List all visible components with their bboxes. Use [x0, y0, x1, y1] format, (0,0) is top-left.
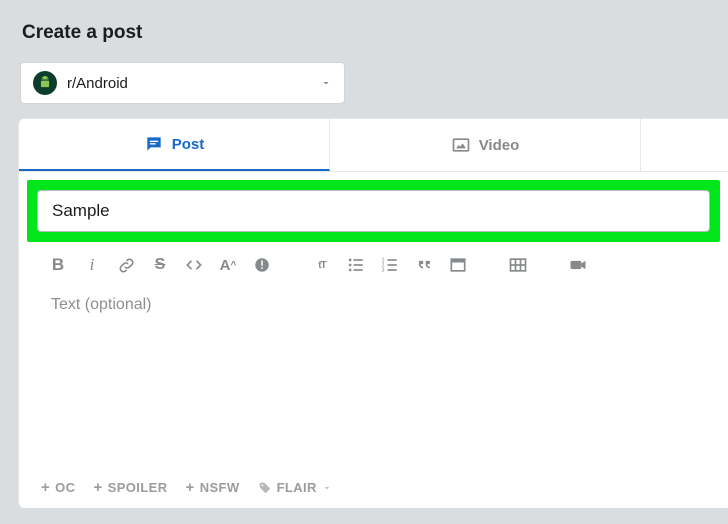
nsfw-label: NSFW — [200, 480, 240, 495]
tab-video-label: Video — [479, 137, 520, 154]
flair-label: FLAIR — [277, 480, 317, 495]
page-title: Create a post — [0, 0, 728, 62]
chevron-down-icon — [320, 77, 332, 89]
plus-icon: + — [41, 479, 50, 496]
spoiler-tag-button[interactable]: + SPOILER — [93, 479, 167, 496]
community-avatar — [33, 71, 57, 95]
tab-post[interactable]: Post — [19, 119, 330, 171]
plus-icon: + — [93, 479, 102, 496]
editor-toolbar: B i S A^ tT 123 — [19, 242, 728, 282]
table-button[interactable] — [507, 254, 529, 276]
community-selector[interactable]: r/Android — [20, 62, 345, 104]
title-highlight — [27, 180, 720, 242]
oc-label: OC — [55, 480, 75, 495]
post-card: Post Video B i S A^ — [18, 118, 728, 508]
codeblock-button[interactable] — [447, 254, 469, 276]
post-icon — [144, 134, 164, 154]
spoiler-format-button[interactable] — [251, 254, 273, 276]
link-button[interactable] — [115, 254, 137, 276]
oc-tag-button[interactable]: + OC — [41, 479, 75, 496]
android-icon — [38, 76, 52, 90]
community-name: r/Android — [67, 75, 320, 92]
post-title-input[interactable] — [37, 190, 710, 232]
tag-icon — [258, 481, 272, 495]
strikethrough-button[interactable]: S — [149, 254, 171, 276]
flair-button[interactable]: FLAIR — [258, 480, 332, 495]
video-insert-button[interactable] — [567, 254, 589, 276]
svg-text:3: 3 — [382, 268, 385, 274]
tag-row: + OC + SPOILER + NSFW FLAIR — [41, 479, 332, 496]
number-list-button[interactable]: 123 — [379, 254, 401, 276]
quote-button[interactable] — [413, 254, 435, 276]
heading-button[interactable]: tT — [311, 254, 333, 276]
italic-button[interactable]: i — [81, 254, 103, 276]
chevron-down-icon — [322, 483, 332, 493]
tab-video[interactable]: Video — [330, 119, 641, 171]
plus-icon: + — [186, 479, 195, 496]
code-button[interactable] — [183, 254, 205, 276]
video-image-icon — [451, 135, 471, 155]
bullet-list-button[interactable] — [345, 254, 367, 276]
post-type-tabs: Post Video — [19, 119, 728, 172]
spoiler-label: SPOILER — [108, 480, 168, 495]
post-body-input[interactable]: Text (optional) — [19, 282, 728, 392]
bold-button[interactable]: B — [47, 254, 69, 276]
superscript-button[interactable]: A^ — [217, 254, 239, 276]
nsfw-tag-button[interactable]: + NSFW — [186, 479, 240, 496]
tab-post-label: Post — [172, 136, 205, 153]
